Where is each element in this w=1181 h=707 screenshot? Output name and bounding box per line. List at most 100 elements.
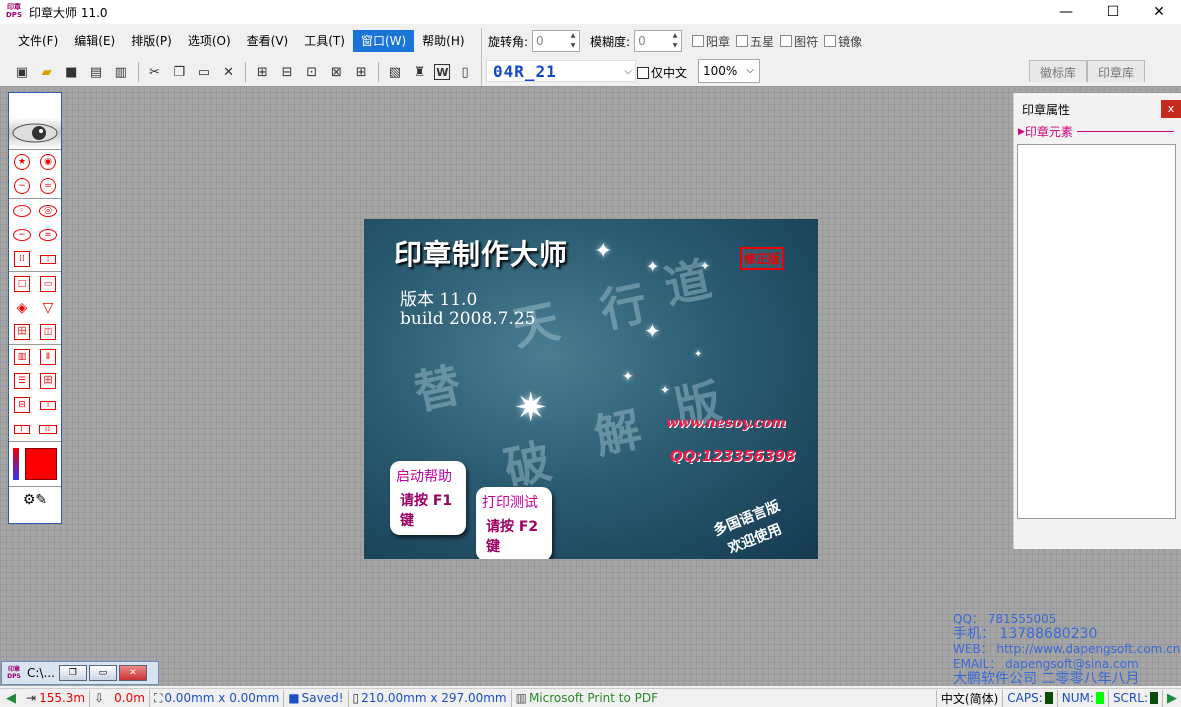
image-icon[interactable]: ▧ <box>385 62 405 82</box>
print-icon[interactable]: ▥ <box>111 62 131 82</box>
strip-five-stamp-icon[interactable]: ⁞⁞ <box>38 424 57 434</box>
star-decoration: ✦ <box>594 239 613 264</box>
watermark-char: 行 <box>595 275 652 339</box>
stamp-icon[interactable]: ♜ <box>410 62 430 82</box>
more-icon[interactable]: ▯ <box>455 62 475 82</box>
main-toolbar: ▣ ▰ ■ ▤ ▥ ✂ ❐ ▭ ✕ ⊞ ⊟ ⊡ ⊠ ⊞ ▧ ♜ W ▯ <box>0 58 480 86</box>
stamp-elements-list[interactable] <box>1017 144 1176 519</box>
menu-tools[interactable]: 工具(T) <box>296 30 353 52</box>
menu-help[interactable]: 帮助(H) <box>414 30 472 52</box>
three-row-stamp-icon[interactable]: ☰ <box>14 373 30 389</box>
font-select[interactable]: 04R_21 ⌵ <box>486 60 636 82</box>
diamond-stamp-icon[interactable]: ◈ <box>14 300 30 316</box>
align-right-icon[interactable]: ⊡ <box>302 62 322 82</box>
chinese-only-checkbox[interactable] <box>637 66 649 79</box>
watermark-char: 道 <box>659 251 716 315</box>
delete-icon[interactable]: ✕ <box>219 62 239 82</box>
two-row-stamp-icon[interactable]: ⊟ <box>14 397 30 413</box>
oval-stamp-icon[interactable]: ◦ <box>13 205 31 217</box>
mirror-checkbox[interactable] <box>824 35 837 47</box>
menu-layout[interactable]: 排版(P) <box>123 30 180 52</box>
build-text: build 2008.7.25 <box>400 309 536 329</box>
restore-button[interactable]: ❐ <box>58 665 87 681</box>
current-color-swatch[interactable] <box>25 448 57 480</box>
rotation-label: 旋转角: <box>488 34 529 49</box>
print-test-f2-button[interactable]: 打印测试 请按 F2 键 <box>476 487 552 559</box>
quad-stamp-icon[interactable]: 田 <box>14 324 30 340</box>
triangle-stamp-icon[interactable]: ▽ <box>40 300 56 316</box>
eye-icon <box>12 123 58 143</box>
tab-emblem-library[interactable]: 徽标库 <box>1029 60 1088 82</box>
star-decoration: ✦ <box>694 349 703 360</box>
close-child-button[interactable]: ✕ <box>118 665 147 681</box>
help-f1-button[interactable]: 启动帮助 请按 F1 键 <box>390 461 466 535</box>
chevron-down-icon[interactable]: ⌵ <box>746 60 754 82</box>
shape-palette: ★ ◉ − = ◦ ◎ − = ⁞⁞ ⁞ □ ▭ ◈ ▽ 田 ◫ ▥ Ⅱ ☰ 田 ⊟ ⁞ ⁞ ⁞⁞ ⚙✎ <box>8 92 62 524</box>
align-top-icon[interactable]: ⊠ <box>327 62 347 82</box>
toolbar-divider <box>481 28 482 86</box>
blur-spinner[interactable]: 0 <box>634 30 683 52</box>
align-center-icon[interactable]: ⊞ <box>252 62 272 82</box>
menu-options[interactable]: 选项(O) <box>180 30 239 52</box>
yang-checkbox[interactable] <box>692 35 705 47</box>
rect-stamp-icon[interactable]: ▭ <box>40 276 56 292</box>
menu-view[interactable]: 查看(V) <box>239 30 297 52</box>
maximize-button[interactable]: ☐ <box>1090 0 1136 24</box>
split-stamp-icon[interactable]: ◫ <box>40 324 56 340</box>
star-checkbox[interactable] <box>736 35 749 47</box>
tab-stamp-library[interactable]: 印章库 <box>1087 60 1146 82</box>
minimize-button[interactable]: — <box>1043 0 1089 24</box>
round-band-stamp-icon[interactable]: = <box>40 178 56 194</box>
save-icon[interactable]: ■ <box>61 62 81 82</box>
three-cell-stamp-icon[interactable]: ▥ <box>14 349 30 365</box>
preview-eye-icon[interactable] <box>9 117 61 149</box>
square-stamp-icon[interactable]: □ <box>14 276 30 292</box>
word-icon[interactable]: W <box>434 64 451 80</box>
oval-double-stamp-icon[interactable]: ◎ <box>39 205 57 217</box>
chevron-down-icon[interactable]: ⌵ <box>624 66 635 77</box>
scroll-right-icon[interactable]: ▶ <box>1163 691 1181 706</box>
saved-value: Saved! <box>301 691 344 705</box>
contact-company: 大鹏软件公司 二零零八年八月 <box>953 671 1140 687</box>
print-preview-icon[interactable]: ▤ <box>86 62 106 82</box>
tool-settings-icon[interactable]: ⚙✎ <box>9 487 61 513</box>
maximize-child-button[interactable]: ▭ <box>88 665 117 681</box>
strip-three-stamp-icon[interactable]: ⁞ <box>40 400 56 410</box>
align-bottom-icon[interactable]: ⊞ <box>351 62 371 82</box>
palette-header <box>9 93 61 117</box>
symbol-checkbox[interactable] <box>780 35 793 47</box>
open-folder-icon[interactable]: ▰ <box>37 62 57 82</box>
strip-two-stamp-icon[interactable]: ⁞ <box>13 424 30 434</box>
align-left-icon[interactable]: ⊟ <box>277 62 297 82</box>
scroll-left-icon[interactable]: ◀ <box>0 691 22 706</box>
splash-screen[interactable]: ✦ ✦ ✷ ✦ ✦ ✦ ✦ ✦ 替 天 行 道 破 解 版 印章制作大师 修正版… <box>364 219 818 559</box>
cut-icon[interactable]: ✂ <box>145 62 165 82</box>
round-line-stamp-icon[interactable]: − <box>14 178 30 194</box>
menu-edit[interactable]: 编辑(E) <box>66 30 123 52</box>
four-row-stamp-icon[interactable]: 田 <box>40 373 56 389</box>
grid-stamp-icon[interactable]: ⁞⁞ <box>14 251 30 267</box>
paste-icon[interactable]: ▭ <box>194 62 214 82</box>
yang-label: 阳章 <box>706 34 731 49</box>
oval-band-stamp-icon[interactable]: = <box>39 229 57 241</box>
menu-window[interactable]: 窗口(W) <box>352 30 415 52</box>
copy-icon[interactable]: ❐ <box>169 62 189 82</box>
panel-close-button[interactable]: x <box>1161 100 1181 118</box>
app-icon: 印章 DPS <box>6 3 22 19</box>
minimized-document-window[interactable]: 印章 DPS C:\... ❐ ▭ ✕ <box>1 661 159 685</box>
stamp-elements-header[interactable]: ▶ 印章元素 <box>1018 123 1174 140</box>
star-label: 五星 <box>750 34 775 49</box>
strip-stamp-icon[interactable]: ⁞ <box>40 254 56 264</box>
zoom-select[interactable]: 100% ⌵ <box>698 59 760 83</box>
two-col-stamp-icon[interactable]: Ⅱ <box>40 349 56 365</box>
color-slider[interactable] <box>13 448 19 480</box>
round-star-stamp-icon[interactable]: ★ <box>14 154 30 170</box>
close-button[interactable]: ✕ <box>1136 0 1181 24</box>
round-double-stamp-icon[interactable]: ◉ <box>40 154 56 170</box>
menu-file[interactable]: 文件(F) <box>10 30 66 52</box>
status-bar: ◀ ⇥ 155.3m ⇩ 0.0m ⛶ 0.00mm x 0.00mm ■ Saved!… <box>0 688 1181 707</box>
oval-line-stamp-icon[interactable]: − <box>13 229 31 241</box>
caps-led <box>1044 692 1053 704</box>
new-file-icon[interactable]: ▣ <box>12 62 32 82</box>
rotation-spinner[interactable]: 0 <box>532 30 581 52</box>
